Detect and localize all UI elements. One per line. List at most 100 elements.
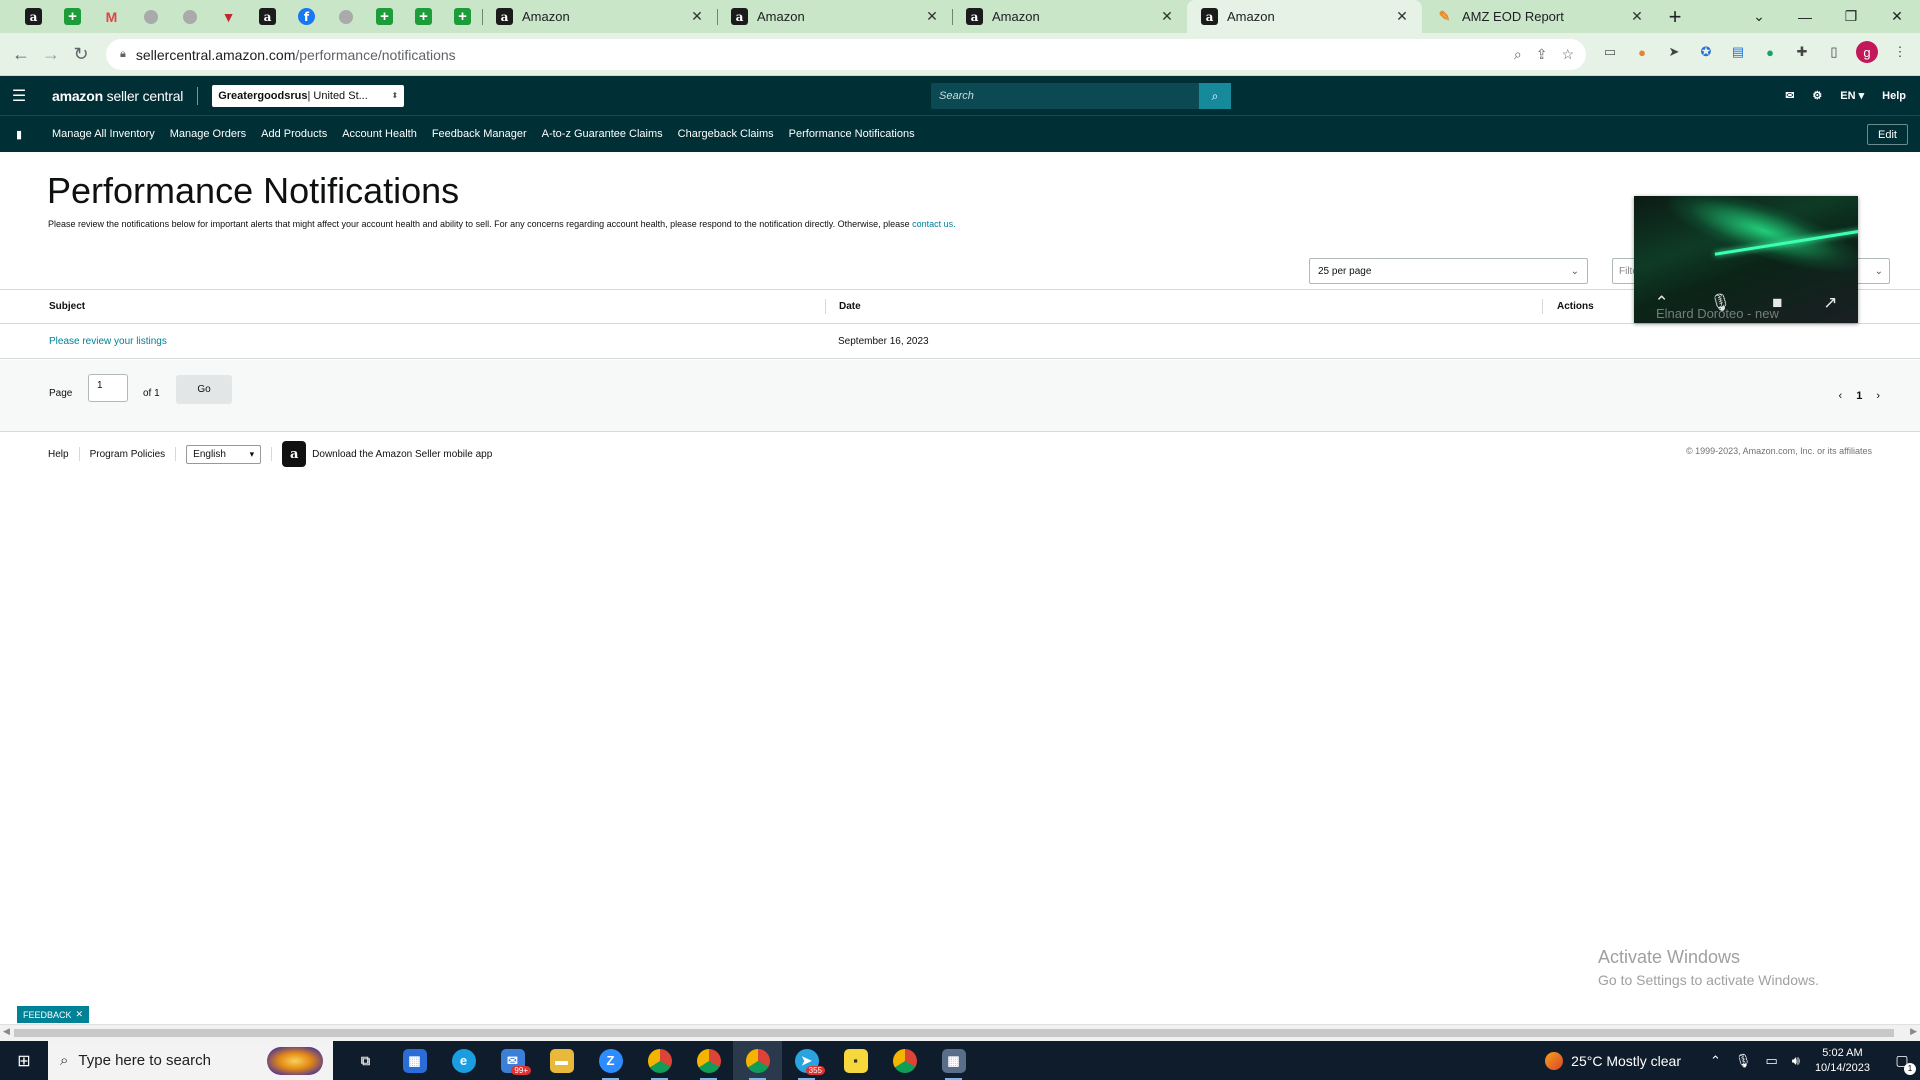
chevron-up-icon[interactable]: ⌃ — [1710, 1053, 1721, 1069]
column-subject[interactable]: Subject — [0, 301, 825, 312]
volume-icon[interactable]: 🔊︎ — [1792, 1053, 1800, 1069]
windows-start-icon[interactable]: ⊞ — [0, 1051, 48, 1071]
scroll-left-icon[interactable]: ◀ — [3, 1026, 10, 1037]
share-icon[interactable]: ⇪ — [1536, 46, 1548, 63]
close-icon[interactable]: ✕ — [76, 1009, 84, 1020]
menu-dots-icon[interactable]: ⋮ — [1890, 42, 1910, 62]
notification-center-icon[interactable]: ▢ 1 — [1884, 1052, 1920, 1075]
nav-manage-orders[interactable]: Manage Orders — [170, 128, 246, 140]
tab-amazon-1[interactable]: a Amazon ✕ — [482, 0, 717, 33]
taskbar-edge[interactable]: e — [439, 1041, 488, 1080]
pinned-tab-helium[interactable]: ▼ — [209, 0, 248, 33]
grammarly-icon[interactable]: ● — [1760, 42, 1780, 62]
side-panel-icon[interactable]: ▯ — [1824, 42, 1844, 62]
close-icon[interactable]: ✕ — [1629, 8, 1645, 25]
extension-tool-icon[interactable]: ▤ — [1728, 42, 1748, 62]
bookmark-icon[interactable]: ▮ — [0, 128, 38, 141]
edit-nav-button[interactable]: Edit — [1867, 124, 1908, 145]
taskbar-file-explorer[interactable]: ▬ — [537, 1041, 586, 1080]
extension-orange-icon[interactable]: ● — [1632, 42, 1652, 62]
feedback-button[interactable]: FEEDBACK ✕ — [17, 1006, 90, 1023]
pop-out-icon[interactable]: ↗ — [1823, 293, 1837, 313]
taskbar-zoom[interactable]: Z — [586, 1041, 635, 1080]
taskbar-chrome-4[interactable] — [880, 1041, 929, 1080]
close-icon[interactable]: ✕ — [689, 8, 705, 25]
close-icon[interactable]: ✕ — [924, 8, 940, 25]
tab-search-icon[interactable]: ⌄ — [1736, 8, 1782, 25]
gear-icon[interactable]: ⚙ — [1812, 89, 1822, 102]
bookmark-star-icon[interactable]: ☆ — [1561, 46, 1574, 63]
per-page-select[interactable]: 25 per page ⌄ — [1309, 258, 1588, 284]
scroll-right-icon[interactable]: ▶ — [1910, 1026, 1917, 1037]
taskbar-sticky-notes[interactable]: ▪ — [831, 1041, 880, 1080]
network-icon[interactable]: ▭ — [1765, 1053, 1777, 1069]
taskbar-search[interactable]: ⌕ Type here to search — [48, 1041, 333, 1080]
seller-central-logo[interactable]: amazon seller central — [52, 88, 183, 104]
back-icon[interactable]: ← — [6, 44, 36, 65]
store-selector[interactable]: Greatergoodsrus | United St... ⬍ — [212, 84, 405, 107]
extension-cursor-icon[interactable]: ➤ — [1664, 42, 1684, 62]
page-number-input[interactable]: 1 — [88, 374, 128, 402]
taskbar-chrome-1[interactable] — [635, 1041, 684, 1080]
chevron-left-icon[interactable]: ‹ — [1839, 390, 1843, 402]
pinned-tab-globe-1[interactable] — [131, 0, 170, 33]
close-icon[interactable]: ✕ — [1394, 8, 1410, 25]
taskbar-chrome-2[interactable] — [684, 1041, 733, 1080]
taskbar-mail[interactable]: ✉ 99+ — [488, 1041, 537, 1080]
pinned-tab-globe-2[interactable] — [170, 0, 209, 33]
download-app-link[interactable]: Download the Amazon Seller mobile app — [312, 449, 492, 460]
search-highlight-icon[interactable] — [267, 1047, 323, 1075]
tab-amazon-active[interactable]: a Amazon ✕ — [1187, 0, 1422, 33]
restore-icon[interactable]: ❐ — [1828, 8, 1874, 25]
language-selector[interactable]: EN ▾ — [1840, 89, 1864, 102]
forward-icon[interactable]: → — [36, 44, 66, 65]
horizontal-scrollbar[interactable]: ◀ ▶ — [0, 1024, 1920, 1041]
help-link[interactable]: Help — [1882, 90, 1906, 102]
pinned-tab-sheets-2[interactable]: + — [365, 0, 404, 33]
footer-language-select[interactable]: English ▾ — [186, 444, 262, 464]
footer-help-link[interactable]: Help — [48, 449, 69, 460]
contact-us-link[interactable]: contact us. — [912, 219, 956, 229]
nav-feedback-manager[interactable]: Feedback Manager — [432, 128, 527, 140]
notification-subject-link[interactable]: Please review your listings — [49, 336, 167, 347]
tab-amz-eod-report[interactable]: ✎ AMZ EOD Report ✕ — [1422, 0, 1657, 33]
hamburger-menu-icon[interactable]: ☰ — [0, 86, 38, 106]
video-call-window[interactable]: ⌃ 🎙︎ ■ ↗ Elnard Doroteo - new — [1634, 196, 1858, 323]
reload-icon[interactable]: ↻ — [66, 44, 96, 65]
close-icon[interactable]: ✕ — [1159, 8, 1175, 25]
pinned-tab-sheets[interactable]: + — [53, 0, 92, 33]
search-input[interactable] — [931, 83, 1199, 109]
nav-performance-notifications[interactable]: Performance Notifications — [789, 128, 915, 140]
pinned-tab-facebook[interactable]: f — [287, 0, 326, 33]
zoom-icon[interactable]: ⌕ — [1514, 46, 1522, 63]
lock-icon[interactable]: 🔒︎ — [120, 48, 126, 61]
pinned-tab-gmail[interactable]: M — [92, 0, 131, 33]
current-page[interactable]: 1 — [1856, 390, 1862, 402]
mail-icon[interactable]: ✉ — [1785, 89, 1794, 102]
nav-a-to-z-claims[interactable]: A-to-z Guarantee Claims — [542, 128, 663, 140]
footer-program-policies-link[interactable]: Program Policies — [90, 449, 166, 460]
extension-off-icon[interactable]: ▭ — [1600, 42, 1620, 62]
pinned-tab-amazon-2[interactable]: a — [248, 0, 287, 33]
nav-manage-all-inventory[interactable]: Manage All Inventory — [52, 128, 155, 140]
microphone-icon[interactable]: 🎙︎ — [1735, 1053, 1752, 1069]
close-window-icon[interactable]: ✕ — [1874, 8, 1920, 25]
taskbar-clock[interactable]: 5:02 AM 10/14/2023 — [1815, 1046, 1870, 1076]
pinned-tab-sheets-4[interactable]: + — [443, 0, 482, 33]
nav-chargeback-claims[interactable]: Chargeback Claims — [678, 128, 774, 140]
go-button[interactable]: Go — [176, 375, 232, 404]
taskbar-telegram[interactable]: ➤ 355 — [782, 1041, 831, 1080]
column-date[interactable]: Date — [825, 299, 1542, 314]
scrollbar-thumb[interactable] — [14, 1029, 1894, 1037]
new-tab-button[interactable]: + — [1657, 0, 1693, 33]
weather-widget[interactable]: 25°C Mostly clear — [1545, 1051, 1681, 1070]
nav-add-products[interactable]: Add Products — [261, 128, 327, 140]
taskbar-store[interactable]: ▦ — [390, 1041, 439, 1080]
pinned-tab-globe-3[interactable] — [326, 0, 365, 33]
nav-account-health[interactable]: Account Health — [342, 128, 417, 140]
amazon-app-icon[interactable]: a — [282, 441, 307, 467]
extension-globe-icon[interactable]: ✪ — [1696, 42, 1716, 62]
task-view-button[interactable]: ⧉ — [341, 1041, 390, 1080]
profile-avatar[interactable]: g — [1856, 41, 1878, 63]
minimize-icon[interactable]: — — [1782, 9, 1828, 25]
